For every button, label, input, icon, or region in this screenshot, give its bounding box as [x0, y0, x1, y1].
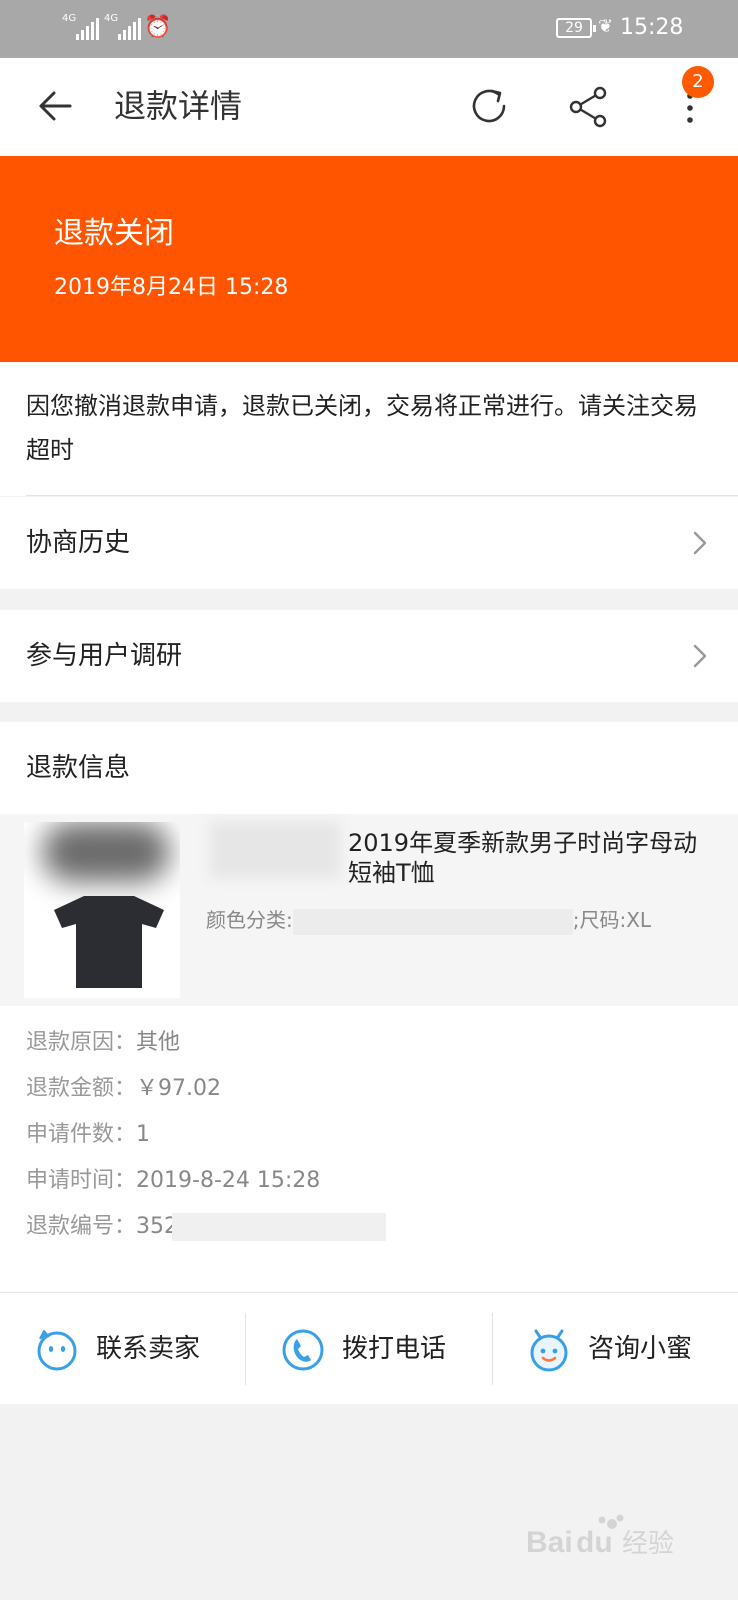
refund-details: 退款原因：其他 退款金额：￥97.02 申请件数：1 申请时间：2019-8-2…	[0, 1006, 738, 1292]
battery-icon: 29	[556, 18, 596, 38]
sku-suffix: ;尺码:XL	[572, 908, 652, 932]
apply-time-value: 2019-8-24 15:28	[136, 1168, 321, 1193]
ask-assistant-label: 咨询小蜜	[588, 1334, 693, 1364]
refund-status-time: 2019年8月24日 15:28	[54, 275, 289, 300]
svg-text:du: du	[576, 1526, 613, 1559]
notice-text: 因您撤消退款申请，退款已关闭，交易将正常进行。请关注交易超时	[26, 392, 698, 464]
refund-info-header: 退款信息	[0, 722, 738, 814]
user-survey-row[interactable]: 参与用户调研	[0, 610, 738, 702]
product-sku: 颜色分类: ;尺码:XL	[206, 904, 726, 936]
battery-level: 29	[565, 20, 583, 36]
status-bar: 4G 4G ⏰ 29 ❦ 15:28	[0, 0, 738, 58]
apply-count-value: 1	[136, 1122, 151, 1147]
refund-reason: 退款原因：其他	[26, 1028, 180, 1058]
signal-strength-icon-2: 4G	[104, 14, 141, 40]
ask-assistant-button[interactable]: 咨询小蜜	[492, 1293, 738, 1405]
chevron-right-icon	[693, 644, 707, 668]
refund-reason-value: 其他	[136, 1030, 181, 1055]
phone-icon	[282, 1329, 324, 1371]
share-icon[interactable]	[566, 84, 612, 130]
signal-strength-icon: 4G	[62, 14, 99, 40]
network-type: 4G	[62, 13, 77, 24]
apply-time-label: 申请时间：	[26, 1168, 137, 1193]
page-title: 退款详情	[114, 87, 243, 125]
leaf-icon: ❦	[598, 16, 614, 37]
sku-prefix: 颜色分类:	[206, 908, 293, 932]
action-bar: 联系卖家 拨打电话 咨询小蜜	[0, 1292, 738, 1404]
call-button[interactable]: 拨打电话	[246, 1293, 492, 1405]
product-card[interactable]: 2019年夏季新款男子时尚字母动短袖T恤 颜色分类: ;尺码:XL	[0, 814, 738, 1006]
redacted-region	[292, 908, 573, 935]
refund-amount-label: 退款金额：	[26, 1076, 137, 1101]
redacted-region	[172, 1213, 387, 1241]
apply-count: 申请件数：1	[26, 1120, 150, 1150]
tshirt-image	[54, 896, 164, 988]
refund-id: 退款编号：352	[26, 1212, 387, 1242]
baidu-watermark-logo: Bai du 经验	[520, 1512, 720, 1572]
call-label: 拨打电话	[342, 1334, 447, 1364]
notification-badge: 2	[682, 66, 714, 98]
status-time: 15:28	[620, 15, 684, 40]
alarm-icon: ⏰	[144, 15, 172, 40]
network-type-2: 4G	[104, 13, 119, 24]
refund-amount: 退款金额：￥97.02	[26, 1074, 221, 1104]
svg-text:Bai: Bai	[526, 1526, 573, 1559]
refund-amount-value: ￥97.02	[136, 1076, 221, 1101]
refund-info-title: 退款信息	[26, 753, 131, 783]
product-thumbnail[interactable]	[24, 822, 180, 998]
refund-id-label: 退款编号：	[26, 1214, 137, 1239]
back-arrow-icon[interactable]	[36, 86, 76, 126]
contact-seller-label: 联系卖家	[96, 1334, 201, 1364]
refund-notice: 因您撤消退款申请，退款已关闭，交易将正常进行。请关注交易超时	[0, 362, 738, 496]
divider	[26, 495, 738, 496]
blurred-region	[42, 822, 170, 882]
chevron-right-icon	[693, 531, 707, 555]
apply-time: 申请时间：2019-8-24 15:28	[26, 1166, 320, 1196]
chat-face-icon	[37, 1330, 77, 1371]
refund-status: 退款关闭	[54, 216, 174, 251]
apply-count-label: 申请件数：	[26, 1122, 137, 1147]
refund-reason-label: 退款原因：	[26, 1030, 137, 1055]
user-survey-label: 参与用户调研	[26, 641, 183, 671]
product-name: 2019年夏季新款男子时尚字母动短袖T恤	[348, 829, 698, 887]
refund-status-banner: 退款关闭 2019年8月24日 15:28	[0, 156, 738, 362]
contact-seller-button[interactable]: 联系卖家	[0, 1293, 246, 1405]
negotiation-history-row[interactable]: 协商历史	[0, 497, 738, 589]
refresh-icon[interactable]	[466, 84, 512, 130]
assistant-mascot-icon	[530, 1329, 568, 1372]
negotiation-history-label: 协商历史	[26, 528, 131, 558]
svg-text:经验: 经验	[622, 1529, 674, 1559]
app-header: 退款详情 2	[0, 58, 738, 156]
blurred-region	[210, 822, 340, 878]
